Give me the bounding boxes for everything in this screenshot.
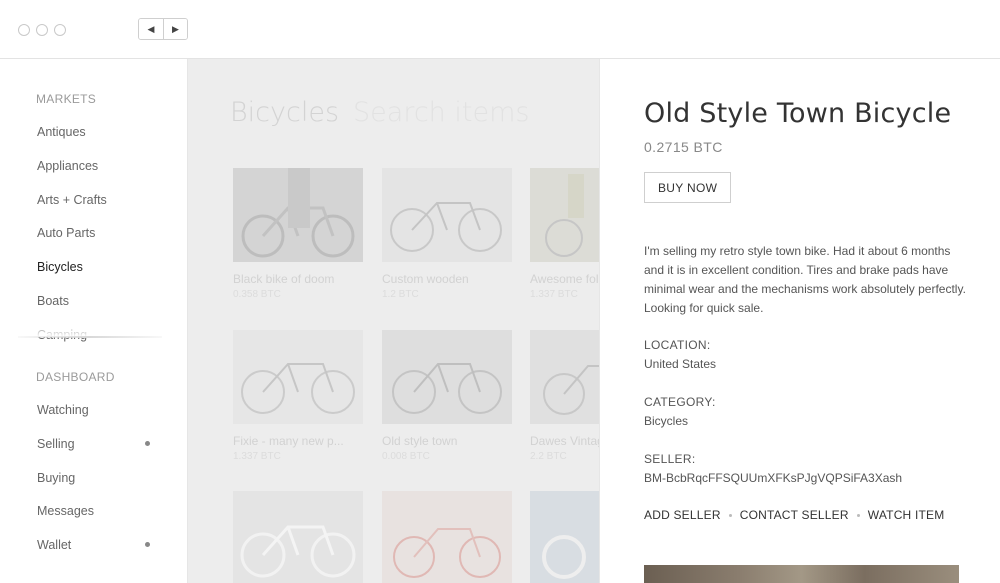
sidebar-item-boats[interactable]: Boats bbox=[37, 294, 69, 308]
window-close-icon[interactable] bbox=[18, 24, 30, 36]
location-value: United States bbox=[644, 357, 717, 371]
selling-notification-dot bbox=[145, 441, 150, 446]
item-title: Dawes Vintage bbox=[530, 434, 600, 448]
category-title: Bicycles bbox=[230, 97, 340, 128]
seller-address: BM-BcbRqcFFSQUUmXFKsPJgVQPSiFA3Xash bbox=[644, 471, 903, 485]
items-grid-area: Bicycles Search items Black bike of doom … bbox=[188, 59, 600, 583]
sidebar-item-watching[interactable]: Watching bbox=[37, 403, 89, 417]
separator-dot bbox=[856, 513, 860, 517]
item-card[interactable] bbox=[382, 491, 512, 583]
item-price: 1.337 BTC bbox=[530, 289, 578, 300]
item-detail-panel: Old Style Town Bicycle 0.2715 BTC BUY NO… bbox=[599, 59, 1000, 583]
bicycle-photo bbox=[382, 491, 512, 583]
item-title: Black bike of doom bbox=[233, 272, 335, 286]
buy-now-button[interactable]: BUY NOW bbox=[644, 172, 732, 203]
item-price: 0.358 BTC bbox=[233, 289, 281, 300]
item-title: Fixie - many new p... bbox=[233, 434, 344, 448]
bicycle-photo bbox=[233, 491, 363, 583]
sidebar-item-buying[interactable]: Buying bbox=[37, 471, 75, 485]
title-bar: ◀ ▶ bbox=[0, 0, 1000, 59]
bicycle-photo bbox=[530, 491, 600, 583]
wallet-notification-dot bbox=[145, 542, 150, 547]
sidebar-item-arts-crafts[interactable]: Arts + Crafts bbox=[37, 193, 107, 207]
seller-actions: ADD SELLER CONTACT SELLER WATCH ITEM bbox=[644, 508, 944, 522]
sidebar-item-wallet[interactable]: Wallet bbox=[37, 538, 71, 552]
location-label: LOCATION: bbox=[644, 338, 711, 352]
back-button[interactable]: ◀ bbox=[139, 19, 163, 39]
sidebar-item-bicycles[interactable]: Bicycles bbox=[37, 260, 83, 274]
bicycle-photo bbox=[530, 168, 600, 262]
item-title: Awesome fold bbox=[530, 272, 600, 286]
chevron-left-icon: ◀ bbox=[147, 23, 155, 34]
history-nav: ◀ ▶ bbox=[138, 18, 188, 40]
item-card[interactable]: Black bike of doom 0.358 BTC bbox=[233, 168, 363, 300]
category-heading: Bicycles Search items bbox=[230, 97, 529, 128]
bicycle-photo bbox=[382, 168, 512, 262]
item-card[interactable]: Awesome fold 1.337 BTC bbox=[530, 168, 600, 300]
contact-seller-link[interactable]: CONTACT SELLER bbox=[740, 508, 849, 522]
search-input[interactable]: Search items bbox=[353, 97, 529, 128]
section-divider bbox=[18, 336, 162, 338]
bicycle-photo bbox=[233, 330, 363, 424]
add-seller-link[interactable]: ADD SELLER bbox=[644, 508, 721, 522]
item-card[interactable] bbox=[233, 491, 363, 583]
item-card[interactable]: Old style town 0.008 BTC bbox=[382, 330, 512, 462]
item-card[interactable]: Dawes Vintage 2.2 BTC bbox=[530, 330, 600, 462]
item-title: Custom wooden bbox=[382, 272, 469, 286]
item-card[interactable]: Custom wooden 1.2 BTC bbox=[382, 168, 512, 300]
category-value: Bicycles bbox=[644, 414, 689, 428]
sidebar: MARKETS Antiques Appliances Arts + Craft… bbox=[0, 59, 188, 583]
bicycle-photo bbox=[233, 168, 363, 262]
item-price: 1.2 BTC bbox=[382, 289, 419, 300]
sidebar-item-auto-parts[interactable]: Auto Parts bbox=[37, 226, 95, 240]
item-card[interactable]: Fixie - many new p... 1.337 BTC bbox=[233, 330, 363, 462]
item-card[interactable] bbox=[530, 491, 600, 583]
item-detail-title: Old Style Town Bicycle bbox=[644, 98, 952, 129]
window-zoom-icon[interactable] bbox=[54, 24, 66, 36]
dashboard-section-title: DASHBOARD bbox=[36, 370, 115, 384]
item-description: I'm selling my retro style town bike. Ha… bbox=[644, 244, 966, 315]
item-price: 1.337 BTC bbox=[233, 451, 281, 462]
window-minimize-icon[interactable] bbox=[36, 24, 48, 36]
item-title: Old style town bbox=[382, 434, 458, 448]
sidebar-item-selling[interactable]: Selling bbox=[37, 437, 75, 451]
sidebar-item-messages[interactable]: Messages bbox=[37, 504, 94, 518]
bicycle-photo bbox=[382, 330, 512, 424]
sidebar-item-appliances[interactable]: Appliances bbox=[37, 159, 98, 173]
markets-section-title: MARKETS bbox=[36, 92, 97, 106]
forward-button[interactable]: ▶ bbox=[163, 19, 187, 39]
category-label: CATEGORY: bbox=[644, 395, 716, 409]
seller-label: SELLER: bbox=[644, 452, 696, 466]
item-price: 2.2 BTC bbox=[530, 451, 567, 462]
sidebar-item-antiques[interactable]: Antiques bbox=[37, 125, 86, 139]
separator-dot bbox=[728, 513, 732, 517]
item-photo bbox=[644, 565, 959, 583]
item-price: 0.008 BTC bbox=[382, 451, 430, 462]
list-fade bbox=[0, 321, 187, 337]
chevron-right-icon: ▶ bbox=[172, 23, 179, 34]
watch-item-link[interactable]: WATCH ITEM bbox=[868, 508, 945, 522]
bicycle-photo bbox=[530, 330, 600, 424]
item-detail-price: 0.2715 BTC bbox=[644, 139, 723, 155]
